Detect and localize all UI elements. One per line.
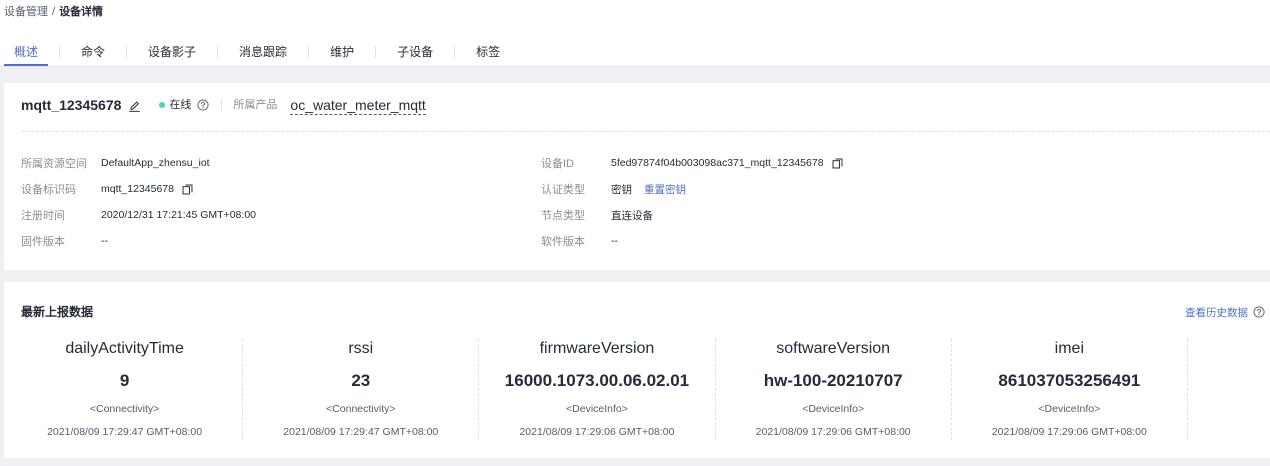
metric-value: 16000.1073.00.06.02.01 xyxy=(504,371,690,390)
page-header: 设备管理 / 设备详情 概述 命令 设备影子 消息跟踪 维护 子设备 标签 xyxy=(0,0,1270,67)
breadcrumb-device-management-link[interactable]: 设备管理 xyxy=(4,6,48,18)
info-label: 所属资源空间 xyxy=(21,158,87,170)
info-value: 直连设备 xyxy=(611,209,653,222)
edit-icon[interactable] xyxy=(128,99,141,112)
metric-service: <DeviceInfo> xyxy=(802,403,865,415)
metric-service: <DeviceInfo> xyxy=(1038,403,1101,415)
metric-service: <Connectivity> xyxy=(89,403,160,415)
info-label: 认证类型 xyxy=(541,184,585,196)
tab-tags[interactable]: 标签 xyxy=(466,44,510,66)
header-divider xyxy=(221,99,223,111)
latest-data-card: 最新上报数据 查看历史数据 dailyActivityTime 9 <Conne… xyxy=(4,282,1270,458)
device-info-card: mqtt_12345678 在线 所属产品 oc_water_meter_mqt… xyxy=(4,83,1270,270)
product-name-link[interactable]: oc_water_meter_mqtt xyxy=(290,96,426,115)
info-label: 固件版本 xyxy=(21,236,65,248)
info-row-auth-type: 认证类型 密钥 重置密钥 xyxy=(541,176,1241,202)
metric-timestamp: 2021/08/09 17:29:47 GMT+08:00 xyxy=(283,426,439,438)
latest-data-grid: dailyActivityTime 9 <Connectivity> 2021/… xyxy=(7,339,1188,440)
info-row-registered-time: 注册时间 2020/12/31 17:21:45 GMT+08:00 xyxy=(21,202,541,228)
info-row-software-version: 软件版本 -- xyxy=(541,228,1241,254)
info-row-device-id: 设备ID 5fed97874f04b003098ac371_mqtt_12345… xyxy=(541,150,1241,176)
tab-overview[interactable]: 概述 xyxy=(4,44,49,66)
tab-divider xyxy=(375,46,377,58)
metric-timestamp: 2021/08/09 17:29:47 GMT+08:00 xyxy=(47,426,203,438)
tab-message-trace[interactable]: 消息跟踪 xyxy=(229,44,297,66)
info-value: -- xyxy=(611,235,618,247)
metric-service: <DeviceInfo> xyxy=(566,403,628,415)
metric-value: 23 xyxy=(351,371,371,390)
copy-icon[interactable] xyxy=(831,157,844,170)
metric-name: softwareVersion xyxy=(776,340,891,357)
metric-card: imei 861037053256491 <DeviceInfo> 2021/0… xyxy=(952,339,1188,440)
device-status: 在线 xyxy=(169,99,192,111)
tab-child-devices[interactable]: 子设备 xyxy=(387,44,443,66)
info-label: 注册时间 xyxy=(21,210,65,222)
metric-card: firmwareVersion 16000.1073.00.06.02.01 <… xyxy=(479,339,716,440)
info-label: 节点类型 xyxy=(541,210,585,222)
tab-device-shadow[interactable]: 设备影子 xyxy=(138,44,206,66)
history-data-control: 查看历史数据 xyxy=(1185,304,1265,320)
info-row-node-type: 节点类型 直连设备 xyxy=(541,202,1241,228)
info-value: 2020/12/31 17:21:45 GMT+08:00 xyxy=(101,209,256,221)
section-divider xyxy=(21,131,1270,132)
tab-commands[interactable]: 命令 xyxy=(71,44,115,66)
info-value: 5fed97874f04b003098ac371_mqtt_12345678 xyxy=(611,157,824,169)
metric-card: softwareVersion hw-100-20210707 <DeviceI… xyxy=(716,339,952,440)
reset-secret-link[interactable]: 重置密钥 xyxy=(644,182,686,197)
info-column-left: 所属资源空间 DefaultApp_zhensu_iot 设备标识码 mqtt_… xyxy=(21,150,541,254)
info-value: DefaultApp_zhensu_iot xyxy=(101,157,210,169)
info-row-resource-space: 所属资源空间 DefaultApp_zhensu_iot xyxy=(21,150,541,176)
latest-data-title: 最新上报数据 xyxy=(21,305,94,319)
info-row-firmware-version: 固件版本 -- xyxy=(21,228,541,254)
info-label: 软件版本 xyxy=(541,236,585,248)
info-value: -- xyxy=(101,235,108,247)
tab-divider xyxy=(59,46,61,58)
metric-timestamp: 2021/08/09 17:29:06 GMT+08:00 xyxy=(755,426,911,438)
metric-name: imei xyxy=(1054,340,1085,357)
info-label: 设备ID xyxy=(541,158,574,170)
breadcrumb-current-page: 设备详情 xyxy=(59,6,104,18)
tab-divider xyxy=(454,46,456,58)
product-label: 所属产品 xyxy=(233,99,278,111)
help-icon[interactable] xyxy=(1253,306,1265,318)
help-icon[interactable] xyxy=(197,99,209,111)
metric-value: hw-100-20210707 xyxy=(763,371,903,390)
metric-card: dailyActivityTime 9 <Connectivity> 2021/… xyxy=(7,339,244,440)
tab-divider xyxy=(126,46,128,58)
info-value: 密钥 xyxy=(611,183,632,196)
copy-icon[interactable] xyxy=(181,183,194,196)
info-row-node-id: 设备标识码 mqtt_12345678 xyxy=(21,176,541,202)
tab-maintenance[interactable]: 维护 xyxy=(320,44,364,66)
online-status-dot xyxy=(159,102,166,108)
info-column-right: 设备ID 5fed97874f04b003098ac371_mqtt_12345… xyxy=(541,150,1241,254)
tab-divider xyxy=(308,46,310,58)
metric-card: rssi 23 <Connectivity> 2021/08/09 17:29:… xyxy=(243,339,480,440)
metric-service: <Connectivity> xyxy=(326,403,396,415)
metric-timestamp: 2021/08/09 17:29:06 GMT+08:00 xyxy=(991,426,1147,438)
breadcrumb: 设备管理 / 设备详情 xyxy=(4,5,103,19)
metric-name: rssi xyxy=(348,340,374,357)
metric-timestamp: 2021/08/09 17:29:06 GMT+08:00 xyxy=(519,426,675,438)
metric-value: 861037053256491 xyxy=(998,371,1141,390)
device-header: mqtt_12345678 在线 所属产品 oc_water_meter_mqt… xyxy=(21,95,426,115)
info-label: 设备标识码 xyxy=(21,184,76,196)
detail-tabs: 概述 命令 设备影子 消息跟踪 维护 子设备 标签 xyxy=(4,44,510,66)
breadcrumb-separator: / xyxy=(52,6,56,18)
metric-name: firmwareVersion xyxy=(539,340,655,357)
metric-value: 9 xyxy=(119,371,130,390)
metric-name: dailyActivityTime xyxy=(65,340,184,357)
device-name: mqtt_12345678 xyxy=(21,97,122,113)
view-history-link[interactable]: 查看历史数据 xyxy=(1185,305,1248,320)
tab-divider xyxy=(217,46,219,58)
info-value: mqtt_12345678 xyxy=(101,183,174,195)
